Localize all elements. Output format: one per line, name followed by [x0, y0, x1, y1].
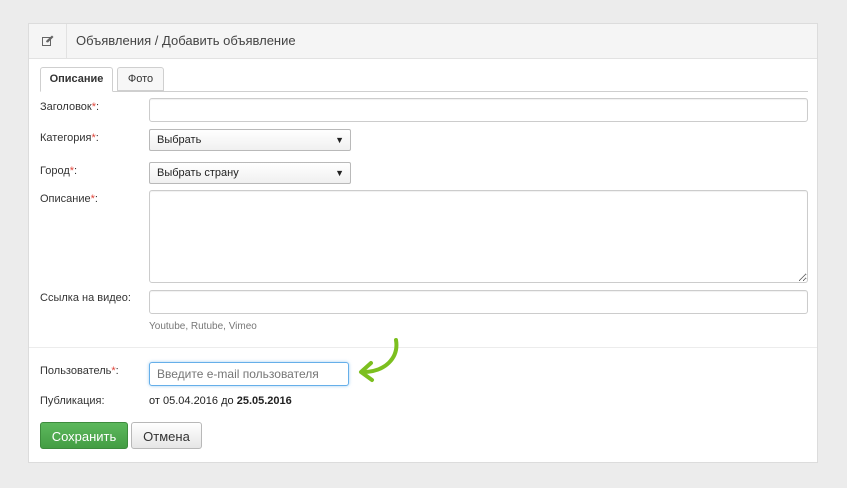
form-panel: Объявления / Добавить объявление Описани…: [28, 23, 818, 463]
publication-to-date: 25.05.2016: [236, 395, 292, 407]
tab-photo[interactable]: Фото: [117, 67, 164, 91]
user-label: Пользователь*:: [40, 365, 119, 377]
edit-icon: [42, 35, 54, 46]
description-label: Описание*:: [40, 193, 98, 205]
header-icon-box: [29, 24, 67, 58]
user-email-input[interactable]: [149, 362, 349, 386]
publication-label: Публикация:: [40, 395, 105, 407]
description-textarea[interactable]: [149, 190, 808, 283]
divider: [29, 347, 817, 348]
publication-period: от 05.04.2016 до 25.05.2016: [149, 395, 292, 407]
panel-header: Объявления / Добавить объявление: [29, 24, 817, 59]
page-title: Объявления / Добавить объявление: [76, 33, 296, 48]
city-select[interactable]: Выбрать страну ▼: [149, 162, 351, 184]
annotation-arrow-icon: [359, 338, 399, 382]
tab-bar: Описание Фото: [40, 67, 808, 92]
category-label: Категория*:: [40, 132, 99, 144]
category-select[interactable]: Выбрать ▼: [149, 129, 351, 151]
video-label: Ссылка на видео:: [40, 292, 131, 304]
save-button[interactable]: Сохранить: [40, 422, 128, 449]
city-select-value: Выбрать страну: [157, 167, 239, 179]
video-url-input[interactable]: [149, 290, 808, 314]
publication-from-date: 05.04.2016: [162, 395, 219, 407]
tab-description[interactable]: Описание: [40, 67, 113, 92]
video-hint: Youtube, Rutube, Vimeo: [149, 321, 257, 332]
dropdown-arrow-icon: ▼: [335, 135, 344, 145]
category-select-value: Выбрать: [157, 134, 202, 146]
dropdown-arrow-icon: ▼: [335, 168, 344, 178]
cancel-button[interactable]: Отмена: [131, 422, 202, 449]
city-label: Город*:: [40, 165, 78, 177]
title-label: Заголовок*:: [40, 101, 100, 113]
title-input[interactable]: [149, 98, 808, 122]
